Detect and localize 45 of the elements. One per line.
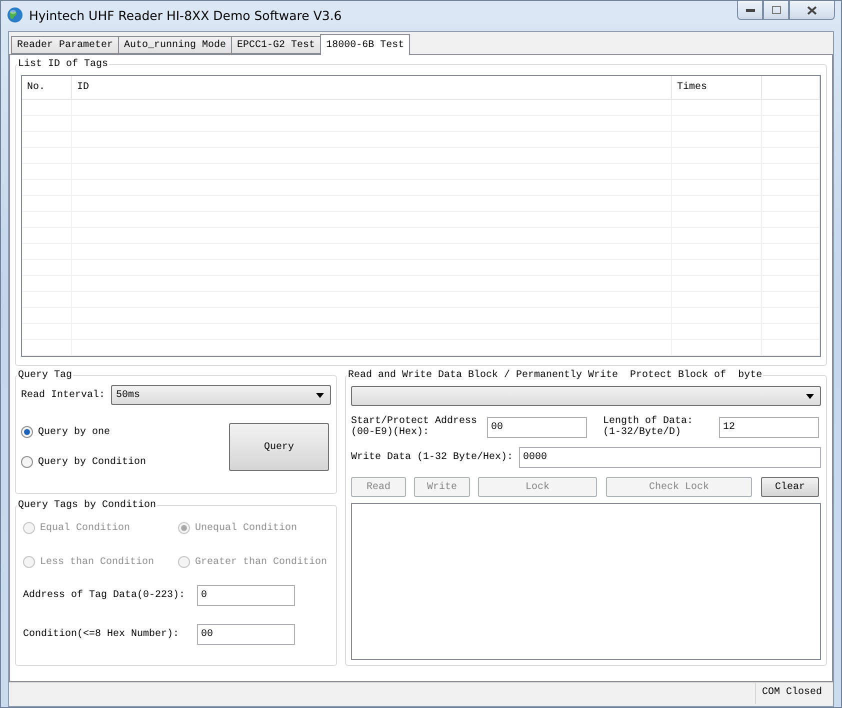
status-text: COM Closed: [755, 683, 833, 704]
column-header[interactable]: No.: [22, 76, 72, 99]
dropdown-arrow-icon: [316, 392, 324, 398]
query-button[interactable]: Query: [229, 423, 329, 471]
group-title: Query Tag: [17, 370, 74, 381]
maximize-icon: [772, 6, 780, 14]
tab[interactable]: 18000-6B Test: [320, 34, 410, 55]
field-label: Length of Data: (1-32/Byte/D): [603, 416, 694, 438]
radio-button[interactable]: [21, 456, 33, 468]
field-label: Write Data (1-32 Byte/Hex):: [351, 452, 514, 463]
radio-label: Equal Condition: [40, 522, 130, 534]
group-title: Read and Write Data Block / Permanently Write Protect Block of byte: [347, 370, 764, 381]
field-label: Condition(<=8 Hex Number):: [23, 629, 180, 640]
input-field[interactable]: 12: [719, 416, 819, 438]
radio-label: Greater than Condition: [195, 556, 328, 568]
field-label: Start/Protect Address (00-E9)(Hex):: [351, 416, 478, 438]
window-title: Hyintech UHF Reader HI-8XX Demo Software V3.6: [29, 7, 342, 25]
maximize-button[interactable]: [763, 1, 789, 20]
group-title: List ID of Tags: [17, 59, 110, 70]
radio-label: Query by one: [38, 426, 110, 438]
field-label: Address of Tag Data(0-223):: [23, 590, 186, 601]
globe-icon: [7, 7, 23, 23]
interval-dropdown[interactable]: 50ms: [111, 385, 331, 405]
radio-button[interactable]: [21, 426, 33, 438]
close-button[interactable]: [789, 1, 835, 20]
tab[interactable]: EPCC1-G2 Test: [231, 36, 322, 54]
minimize-icon: [746, 8, 754, 12]
input-field[interactable]: 00: [197, 624, 295, 645]
field-label: Read Interval:: [21, 390, 106, 400]
radio-label: Unequal Condition: [195, 522, 298, 534]
minimize-button[interactable]: [737, 1, 763, 20]
column-header[interactable]: ID: [72, 76, 672, 99]
input-field[interactable]: 0000: [519, 447, 821, 468]
group-title: Query Tags by Condition: [17, 500, 158, 511]
column-header[interactable]: Times: [672, 76, 762, 99]
tab[interactable]: Auto_running Mode: [118, 36, 232, 54]
input-field[interactable]: 0: [197, 585, 295, 606]
action-button[interactable]: Clear: [761, 477, 819, 497]
input-field[interactable]: 00: [487, 416, 587, 438]
block-dropdown[interactable]: [351, 386, 821, 406]
radio-label: Query by Condition: [38, 456, 146, 468]
close-icon: [807, 6, 817, 14]
tab[interactable]: Reader Parameter: [11, 36, 120, 54]
dropdown-arrow-icon: [806, 394, 814, 398]
radio-label: Less than Condition: [40, 556, 154, 568]
